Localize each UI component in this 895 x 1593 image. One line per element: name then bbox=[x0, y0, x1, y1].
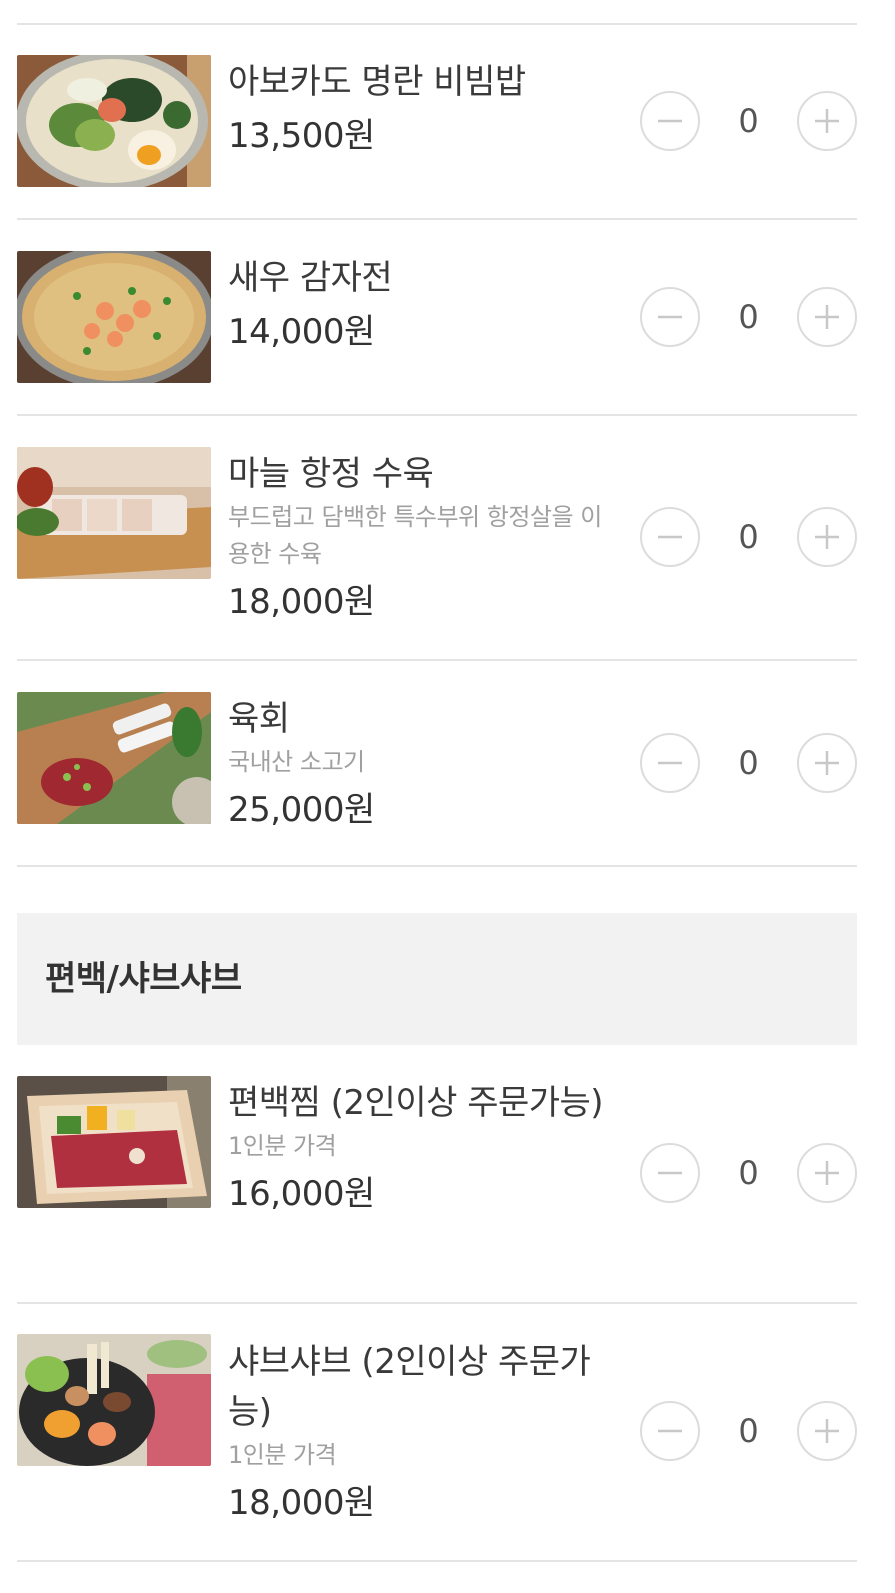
quantity-stepper[interactable]: 0 bbox=[640, 1401, 857, 1461]
item-price: 16,000원 bbox=[228, 1174, 375, 1214]
item-price: 13,500원 bbox=[228, 116, 375, 156]
item-name: 샤브샤브 (2인이상 주문가능) bbox=[228, 1342, 591, 1432]
quantity-stepper[interactable]: 0 bbox=[640, 91, 857, 151]
minus-icon bbox=[658, 315, 682, 319]
menu-item[interactable]: 편백찜 (2인이상 주문가능) 1인분 가격 16,000원 0 bbox=[17, 1045, 857, 1304]
item-name: 새우 감자전 bbox=[228, 258, 393, 298]
quantity-stepper[interactable]: 0 bbox=[640, 507, 857, 567]
item-price: 18,000원 bbox=[228, 1483, 375, 1523]
item-info: 샤브샤브 (2인이상 주문가능) 1인분 가격 18,000원 bbox=[228, 1337, 608, 1528]
item-name: 육회 bbox=[228, 699, 290, 739]
plus-icon bbox=[815, 109, 839, 133]
increase-button[interactable] bbox=[797, 1143, 857, 1203]
decrease-button[interactable] bbox=[640, 91, 700, 151]
quantity-value: 0 bbox=[738, 298, 759, 336]
row-divider bbox=[17, 865, 857, 867]
increase-button[interactable] bbox=[797, 1401, 857, 1461]
increase-button[interactable] bbox=[797, 733, 857, 793]
plus-icon bbox=[815, 525, 839, 549]
item-description: 부드럽고 담백한 특수부위 항정살을 이용한 수육 bbox=[228, 503, 602, 568]
menu-item[interactable]: 새우 감자전 14,000원 0 bbox=[17, 220, 857, 416]
menu-item[interactable]: 마늘 항정 수육 부드럽고 담백한 특수부위 항정살을 이용한 수육 18,00… bbox=[17, 416, 857, 661]
item-description: 1인분 가격 bbox=[228, 1441, 337, 1469]
item-name: 편백찜 (2인이상 주문가능) bbox=[228, 1083, 604, 1123]
menu-item[interactable]: 샤브샤브 (2인이상 주문가능) 1인분 가격 18,000원 0 bbox=[17, 1304, 857, 1562]
quantity-stepper[interactable]: 0 bbox=[640, 1143, 857, 1203]
item-price: 25,000원 bbox=[228, 790, 375, 830]
minus-icon bbox=[658, 761, 682, 765]
minus-icon bbox=[658, 1429, 682, 1433]
decrease-button[interactable] bbox=[640, 733, 700, 793]
category-title: 편백/샤브샤브 bbox=[45, 959, 242, 999]
menu-item[interactable]: 육회 국내산 소고기 25,000원 0 bbox=[17, 661, 857, 867]
item-info: 육회 국내산 소고기 25,000원 bbox=[228, 694, 608, 835]
decrease-button[interactable] bbox=[640, 287, 700, 347]
yukhoe-photo bbox=[17, 692, 211, 824]
item-description: 1인분 가격 bbox=[228, 1132, 337, 1160]
minus-icon bbox=[658, 535, 682, 539]
decrease-button[interactable] bbox=[640, 507, 700, 567]
quantity-value: 0 bbox=[738, 518, 759, 556]
item-info: 새우 감자전 14,000원 bbox=[228, 253, 608, 357]
shrimp-pancake-photo bbox=[17, 251, 211, 383]
plus-icon bbox=[815, 1161, 839, 1185]
bibimbap-photo bbox=[17, 55, 211, 187]
item-description: 국내산 소고기 bbox=[228, 748, 365, 776]
item-name: 아보카도 명란 비빔밥 bbox=[228, 62, 526, 102]
quantity-value: 0 bbox=[738, 1412, 759, 1450]
item-name: 마늘 항정 수육 bbox=[228, 454, 434, 494]
quantity-stepper[interactable]: 0 bbox=[640, 733, 857, 793]
shabu-shabu-photo bbox=[17, 1334, 211, 1466]
minus-icon bbox=[658, 119, 682, 123]
plus-icon bbox=[815, 751, 839, 775]
item-price: 14,000원 bbox=[228, 312, 375, 352]
menu-item[interactable]: 아보카도 명란 비빔밥 13,500원 0 bbox=[17, 25, 857, 220]
pork-suyuk-photo bbox=[17, 447, 211, 579]
item-info: 아보카도 명란 비빔밥 13,500원 bbox=[228, 57, 608, 161]
quantity-value: 0 bbox=[738, 1154, 759, 1192]
item-price: 18,000원 bbox=[228, 582, 375, 622]
plus-icon bbox=[815, 1419, 839, 1443]
quantity-value: 0 bbox=[738, 744, 759, 782]
plus-icon bbox=[815, 305, 839, 329]
minus-icon bbox=[658, 1171, 682, 1175]
row-divider bbox=[17, 1560, 857, 1562]
quantity-value: 0 bbox=[738, 102, 759, 140]
increase-button[interactable] bbox=[797, 91, 857, 151]
increase-button[interactable] bbox=[797, 287, 857, 347]
increase-button[interactable] bbox=[797, 507, 857, 567]
decrease-button[interactable] bbox=[640, 1401, 700, 1461]
item-info: 마늘 항정 수육 부드럽고 담백한 특수부위 항정살을 이용한 수육 18,00… bbox=[228, 449, 608, 627]
decrease-button[interactable] bbox=[640, 1143, 700, 1203]
category-header: 편백/샤브샤브 bbox=[17, 913, 857, 1045]
item-info: 편백찜 (2인이상 주문가능) 1인분 가격 16,000원 bbox=[228, 1078, 608, 1219]
steamed-box-photo bbox=[17, 1076, 211, 1208]
quantity-stepper[interactable]: 0 bbox=[640, 287, 857, 347]
